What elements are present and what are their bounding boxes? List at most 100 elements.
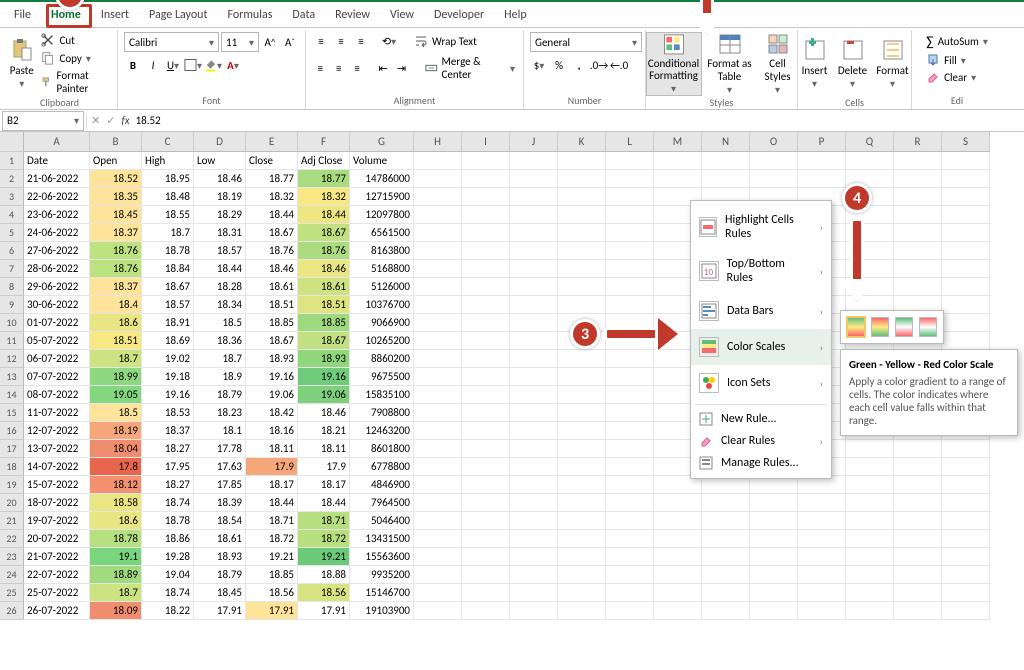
cell[interactable]: 19.16: [298, 368, 350, 386]
cell[interactable]: 18.91: [142, 314, 194, 332]
row-header[interactable]: 4: [0, 206, 24, 224]
cf-clear-rules[interactable]: Clear Rules›: [691, 430, 831, 452]
align-middle-icon[interactable]: ≡: [332, 32, 350, 50]
align-top-icon[interactable]: ≡: [312, 32, 330, 50]
cell[interactable]: 21-06-2022: [24, 170, 90, 188]
cell[interactable]: 18.67: [246, 332, 298, 350]
cf-top-bottom-rules[interactable]: 10Top/Bottom Rules›: [691, 249, 831, 293]
fill-color-button[interactable]: ▾: [204, 56, 222, 74]
font-size-select[interactable]: 11▾: [221, 32, 259, 52]
cell[interactable]: 18.17: [298, 476, 350, 494]
row-header[interactable]: 15: [0, 404, 24, 422]
cell[interactable]: 11-07-2022: [24, 404, 90, 422]
cell[interactable]: 18.27: [142, 476, 194, 494]
cell[interactable]: 10376700: [350, 296, 414, 314]
cell[interactable]: 17.95: [142, 458, 194, 476]
row-header[interactable]: 21: [0, 512, 24, 530]
cell[interactable]: 18.17: [246, 476, 298, 494]
color-scale-ryg[interactable]: [871, 317, 889, 337]
cell[interactable]: 18.36: [194, 332, 246, 350]
cell[interactable]: 18.72: [298, 530, 350, 548]
cell[interactable]: 18.57: [142, 296, 194, 314]
cell[interactable]: 23-06-2022: [24, 206, 90, 224]
cell[interactable]: 18.27: [142, 440, 194, 458]
cell[interactable]: 6561500: [350, 224, 414, 242]
cell[interactable]: 18.48: [142, 188, 194, 206]
italic-button[interactable]: I: [144, 56, 162, 74]
cell[interactable]: 18.61: [194, 530, 246, 548]
col-header-E[interactable]: E: [246, 132, 298, 152]
cell[interactable]: 19.06: [298, 386, 350, 404]
cell[interactable]: 18.7: [194, 350, 246, 368]
cell[interactable]: 18.56: [246, 584, 298, 602]
cell[interactable]: 18.69: [142, 332, 194, 350]
row-header[interactable]: 11: [0, 332, 24, 350]
cell[interactable]: 18.9: [194, 368, 246, 386]
cell[interactable]: 9066900: [350, 314, 414, 332]
row-header[interactable]: 8: [0, 278, 24, 296]
autosum-button[interactable]: ∑AutoSum ▾: [924, 32, 990, 51]
cell[interactable]: 18.76: [246, 242, 298, 260]
cell[interactable]: 18.71: [298, 512, 350, 530]
cell[interactable]: 18-07-2022: [24, 494, 90, 512]
cell[interactable]: 19.02: [142, 350, 194, 368]
paste-button[interactable]: Paste ▾: [8, 32, 35, 96]
tab-formulas[interactable]: Formulas: [217, 4, 282, 26]
cell[interactable]: 18.51: [298, 296, 350, 314]
cell[interactable]: 6778800: [350, 458, 414, 476]
cell[interactable]: 27-06-2022: [24, 242, 90, 260]
cell[interactable]: 18.72: [246, 530, 298, 548]
cell[interactable]: 18.85: [298, 314, 350, 332]
cell[interactable]: 18.86: [142, 530, 194, 548]
cell[interactable]: 18.45: [194, 584, 246, 602]
cell[interactable]: 18.19: [90, 422, 142, 440]
cell[interactable]: 19103900: [350, 602, 414, 620]
cell[interactable]: 05-07-2022: [24, 332, 90, 350]
row-header[interactable]: 12: [0, 350, 24, 368]
cell[interactable]: 19.05: [90, 386, 142, 404]
cell[interactable]: 8601800: [350, 440, 414, 458]
cell[interactable]: 17.9: [246, 458, 298, 476]
cell[interactable]: 25-07-2022: [24, 584, 90, 602]
cell[interactable]: 13-07-2022: [24, 440, 90, 458]
increase-decimal-icon[interactable]: .0→: [590, 56, 608, 74]
cell[interactable]: 7964500: [350, 494, 414, 512]
cell[interactable]: 18.85: [246, 314, 298, 332]
tab-help[interactable]: Help: [494, 4, 537, 26]
cell[interactable]: 18.16: [246, 422, 298, 440]
cell[interactable]: 18.67: [142, 278, 194, 296]
column-headers[interactable]: ABCDEFGHIJKLMNOPQRS: [24, 132, 990, 152]
cell[interactable]: 18.6: [90, 314, 142, 332]
cell-styles-button[interactable]: Cell Styles▾: [758, 32, 798, 96]
cell[interactable]: 18.84: [142, 260, 194, 278]
cell[interactable]: 24-06-2022: [24, 224, 90, 242]
cell[interactable]: 18.52: [90, 170, 142, 188]
col-header-J[interactable]: J: [510, 132, 558, 152]
cell[interactable]: 18.7: [142, 224, 194, 242]
cell[interactable]: 18.79: [194, 566, 246, 584]
col-header-H[interactable]: H: [414, 132, 462, 152]
tab-review[interactable]: Review: [325, 4, 380, 26]
format-cells-button[interactable]: Format▾: [874, 32, 912, 96]
font-name-select[interactable]: Calibri▾: [124, 32, 219, 52]
col-header-K[interactable]: K: [558, 132, 606, 152]
cell[interactable]: 18.23: [194, 404, 246, 422]
merge-center-button[interactable]: Merge & Center ▾: [423, 54, 517, 82]
cell[interactable]: 17.91: [246, 602, 298, 620]
cell[interactable]: 18.37: [142, 422, 194, 440]
row-header[interactable]: 17: [0, 440, 24, 458]
row-header[interactable]: 7: [0, 260, 24, 278]
delete-cells-button[interactable]: Delete▾: [836, 32, 870, 96]
cell[interactable]: 18.29: [194, 206, 246, 224]
format-painter-button[interactable]: Format Painter: [39, 68, 111, 96]
font-color-button[interactable]: A▾: [224, 56, 242, 74]
tab-data[interactable]: Data: [282, 4, 325, 26]
cell[interactable]: 14786000: [350, 170, 414, 188]
cell[interactable]: 15-07-2022: [24, 476, 90, 494]
col-header-C[interactable]: C: [142, 132, 194, 152]
cell[interactable]: 13431500: [350, 530, 414, 548]
cell[interactable]: 14-07-2022: [24, 458, 90, 476]
align-right-icon[interactable]: ≡: [349, 59, 365, 77]
cell[interactable]: 15146700: [350, 584, 414, 602]
wrap-text-button[interactable]: Wrap Text: [412, 33, 479, 49]
